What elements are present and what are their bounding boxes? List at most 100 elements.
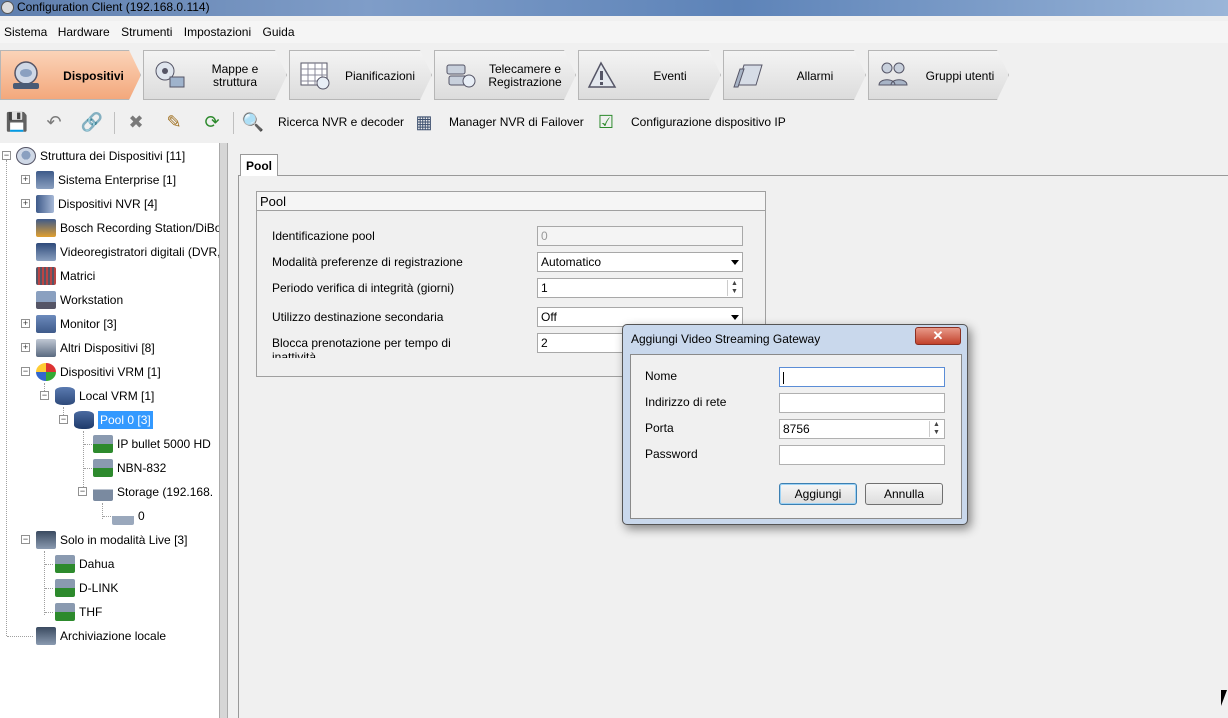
tab-pool[interactable]: Pool bbox=[240, 154, 278, 176]
tab-gruppi-utenti[interactable]: Gruppi utenti bbox=[868, 50, 1009, 100]
tab-dispositivi[interactable]: Dispositivi bbox=[0, 50, 141, 100]
tree-label: Pool 0 [3] bbox=[98, 411, 153, 429]
camera-icon bbox=[55, 603, 75, 621]
tree-line bbox=[45, 564, 53, 565]
pool-id-field: 0 bbox=[537, 226, 743, 246]
add-button[interactable]: Aggiungi bbox=[779, 483, 857, 505]
close-button[interactable]: ✕ bbox=[915, 327, 961, 345]
spin-down-icon[interactable]: ▼ bbox=[930, 429, 943, 437]
tree-item-nvr[interactable]: Dispositivi NVR [4] bbox=[36, 194, 157, 214]
tree-item-local-storage[interactable]: Archiviazione locale bbox=[36, 626, 166, 646]
tab-pianificazioni[interactable]: Pianificazioni bbox=[289, 50, 432, 100]
tree-item-altri-dispositivi[interactable]: Altri Dispositivi [8] bbox=[36, 338, 155, 358]
tree-expander[interactable]: + bbox=[21, 175, 30, 184]
toolbar-separator bbox=[114, 112, 115, 134]
edit-button[interactable]: ✎ bbox=[162, 110, 186, 134]
tree-item-matrici[interactable]: Matrici bbox=[36, 266, 95, 286]
failover-manager-button[interactable]: ▦ bbox=[412, 110, 436, 134]
spin-buttons[interactable]: ▲ ▼ bbox=[727, 280, 741, 296]
tree-expander[interactable]: + bbox=[21, 319, 30, 328]
tree-item-monitor[interactable]: Monitor [3] bbox=[36, 314, 117, 334]
tab-eventi[interactable]: Eventi bbox=[578, 50, 721, 100]
tree-item-vrm[interactable]: Dispositivi VRM [1] bbox=[36, 362, 161, 382]
network-address-field[interactable] bbox=[779, 393, 945, 413]
failover-manager-label[interactable]: Manager NVR di Failover bbox=[449, 114, 584, 130]
tree-label: IP bullet 5000 HD bbox=[117, 437, 211, 451]
integrity-period-stepper[interactable]: 1 ▲ ▼ bbox=[537, 278, 743, 298]
tree-expander[interactable]: + bbox=[21, 199, 30, 208]
tree-expander[interactable]: − bbox=[2, 151, 11, 160]
tree-root[interactable]: Struttura dei Dispositivi [11] bbox=[16, 146, 185, 166]
search-nvr-label[interactable]: Ricerca NVR e decoder bbox=[278, 114, 404, 130]
tab-telecamere-label: Telecamere e Registrazione bbox=[488, 62, 562, 89]
pool-id-label: Identificazione pool bbox=[272, 229, 375, 243]
delete-button[interactable]: ✖ bbox=[124, 110, 148, 134]
tree-item-nbn-832[interactable]: NBN-832 bbox=[93, 458, 166, 478]
tree-item-pool-0[interactable]: Pool 0 [3] bbox=[74, 410, 153, 430]
tree-line bbox=[45, 612, 53, 613]
tree-label: 0 bbox=[138, 509, 145, 523]
tree-item-lun-0[interactable]: 0 bbox=[112, 506, 145, 526]
search-icon: 🔍 bbox=[241, 111, 265, 132]
tree-item-bosch-recording[interactable]: Bosch Recording Station/DiBo bbox=[36, 218, 219, 238]
text-caret bbox=[783, 371, 784, 384]
tree-item-dahua[interactable]: Dahua bbox=[55, 554, 114, 574]
tab-dispositivi-label: Dispositivi bbox=[63, 68, 124, 83]
camera-icon bbox=[55, 579, 75, 597]
tree-item-thf[interactable]: THF bbox=[55, 602, 102, 622]
tree-expander[interactable]: − bbox=[21, 367, 30, 376]
tree-label: Sistema Enterprise [1] bbox=[58, 173, 177, 187]
tree-item-dvr[interactable]: Videoregistratori digitali (DVR, bbox=[36, 242, 219, 262]
tree-expander[interactable]: − bbox=[40, 391, 49, 400]
recording-station-icon bbox=[36, 219, 56, 237]
tab-allarmi[interactable]: Allarmi bbox=[723, 50, 866, 100]
tree-item-local-vrm[interactable]: Local VRM [1] bbox=[55, 386, 154, 406]
tree-item-sistema-enterprise[interactable]: Sistema Enterprise [1] bbox=[36, 170, 176, 190]
link-button[interactable]: 🔗 bbox=[80, 110, 104, 134]
tab-gruppi-utenti-label: Gruppi utenti bbox=[925, 68, 995, 83]
spin-down-icon[interactable]: ▼ bbox=[728, 288, 741, 296]
ip-device-check-icon: ☑ bbox=[597, 111, 615, 132]
alarms-icon bbox=[732, 59, 766, 91]
tree-expander[interactable]: − bbox=[59, 415, 68, 424]
undo-button[interactable]: ↶ bbox=[42, 110, 66, 134]
tree-item-d-link[interactable]: D-LINK bbox=[55, 578, 118, 598]
ip-device-config-label[interactable]: Configurazione dispositivo IP bbox=[631, 114, 786, 130]
spin-up-icon[interactable]: ▲ bbox=[930, 421, 943, 429]
password-field[interactable] bbox=[779, 445, 945, 465]
recording-preference-dropdown[interactable]: Automatico bbox=[537, 252, 743, 272]
menu-sistema[interactable]: Sistema bbox=[0, 21, 51, 43]
port-value: 8756 bbox=[783, 422, 810, 436]
name-field[interactable] bbox=[779, 367, 945, 387]
devices-icon bbox=[9, 59, 43, 91]
module-nav-bar: Dispositivi Mappe e struttura Pianificaz… bbox=[0, 48, 1228, 102]
menu-guida[interactable]: Guida bbox=[259, 21, 299, 43]
spin-buttons[interactable]: ▲ ▼ bbox=[929, 421, 943, 437]
search-nvr-button[interactable]: 🔍 bbox=[241, 110, 265, 134]
menu-hardware[interactable]: Hardware bbox=[54, 21, 114, 43]
tab-telecamere[interactable]: Telecamere e Registrazione bbox=[434, 50, 576, 100]
menu-strumenti[interactable]: Strumenti bbox=[117, 21, 176, 43]
port-stepper[interactable]: 8756 ▲ ▼ bbox=[779, 419, 945, 439]
tree-item-ip-bullet[interactable]: IP bullet 5000 HD bbox=[93, 434, 211, 454]
chevron-down-icon bbox=[731, 260, 739, 265]
tree-item-workstation[interactable]: Workstation bbox=[36, 290, 123, 310]
tab-mappe[interactable]: Mappe e struttura bbox=[143, 50, 287, 100]
tree-expander[interactable]: − bbox=[78, 487, 87, 496]
app-icon bbox=[1, 1, 14, 14]
pane-splitter[interactable] bbox=[219, 143, 228, 718]
tree-expander[interactable]: − bbox=[21, 535, 30, 544]
menu-impostazioni[interactable]: Impostazioni bbox=[180, 21, 255, 43]
refresh-button[interactable]: ⟳ bbox=[200, 110, 224, 134]
tree-item-storage[interactable]: Storage (192.168. bbox=[93, 482, 213, 502]
ip-device-config-button[interactable]: ☑ bbox=[594, 110, 618, 134]
save-button[interactable]: 💾 bbox=[5, 110, 29, 134]
tree-expander[interactable]: + bbox=[21, 343, 30, 352]
dialog-body: Nome Indirizzo di rete Porta 8756 ▲ ▼ Pass… bbox=[630, 354, 962, 519]
maps-icon bbox=[152, 59, 186, 91]
name-label: Nome bbox=[645, 369, 678, 383]
cancel-button[interactable]: Annulla bbox=[865, 483, 943, 505]
spin-up-icon[interactable]: ▲ bbox=[728, 280, 741, 288]
tree-item-live-only[interactable]: Solo in modalità Live [3] bbox=[36, 530, 187, 550]
add-vsg-dialog: Aggiungi Video Streaming Gateway ✕ Nome … bbox=[622, 324, 968, 525]
